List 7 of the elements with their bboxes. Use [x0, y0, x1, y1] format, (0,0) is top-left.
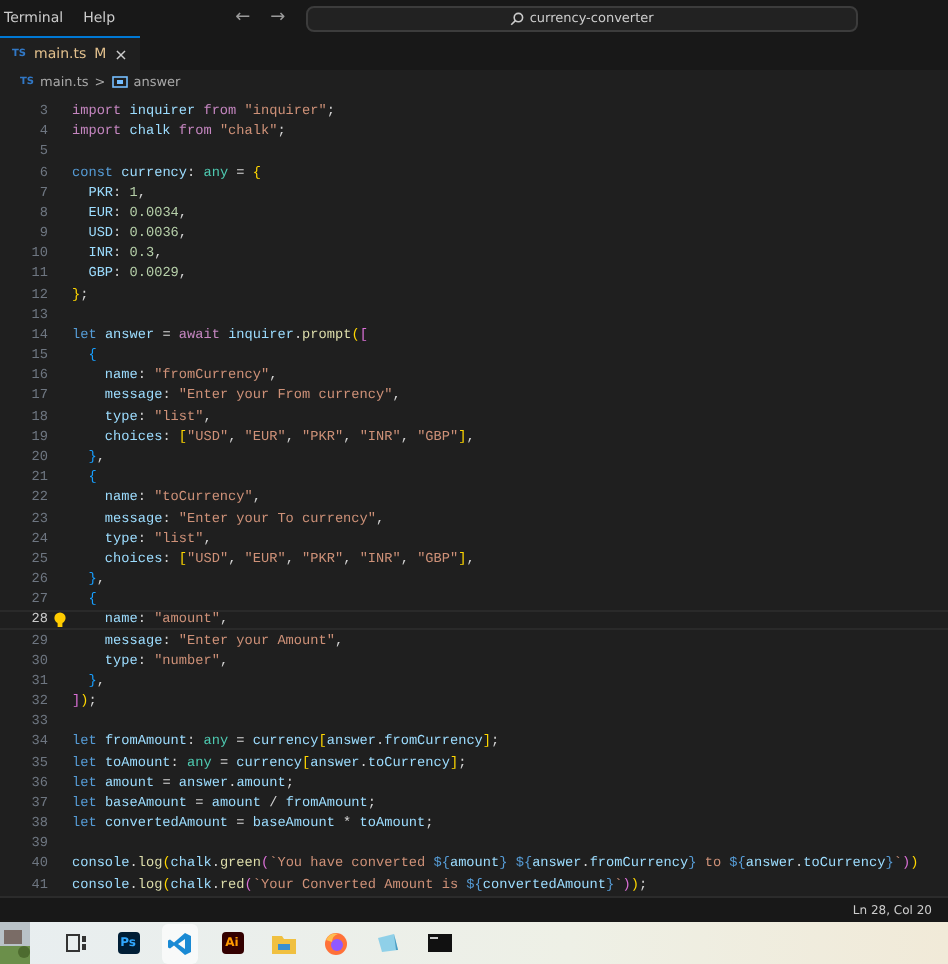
forward-button[interactable]: → — [270, 8, 286, 28]
close-icon[interactable]: × — [114, 45, 128, 63]
lightbulb-icon[interactable] — [54, 612, 66, 629]
search-icon — [509, 11, 524, 25]
back-button[interactable]: ← — [235, 8, 251, 28]
variable-icon — [111, 75, 128, 87]
code-editor-icon[interactable] — [162, 923, 198, 963]
